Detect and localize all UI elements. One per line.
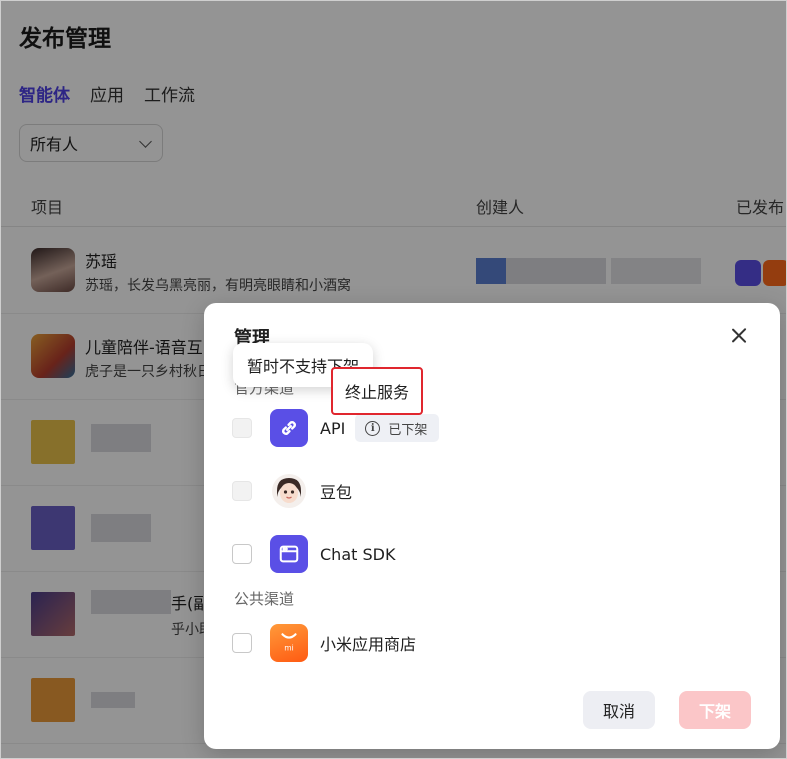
info-icon: i <box>365 420 381 436</box>
status-badge-label: 已下架 <box>388 422 428 438</box>
channel-name: Chat SDK <box>320 544 396 564</box>
status-badge[interactable]: i 已下架 <box>355 414 440 442</box>
tooltip-terminate-service: 终止服务 <box>331 367 424 415</box>
section-public-channels: 公共渠道 <box>234 590 295 608</box>
channel-chat-sdk-checkbox[interactable] <box>232 544 252 564</box>
svg-text:mi: mi <box>284 644 294 653</box>
channel-doubao: 豆包 <box>232 471 352 511</box>
window-icon <box>270 535 308 573</box>
xiaomi-store-icon: mi <box>270 624 308 662</box>
channel-api-checkbox[interactable] <box>232 418 252 438</box>
link-icon <box>270 409 308 447</box>
channel-chat-sdk: Chat SDK <box>232 534 395 574</box>
channel-doubao-checkbox[interactable] <box>232 481 252 501</box>
remove-button[interactable]: 下架 <box>679 691 751 729</box>
close-icon[interactable] <box>728 325 750 347</box>
doubao-avatar-icon <box>270 472 308 510</box>
channel-xiaomi-store: mi 小米应用商店 <box>232 623 416 663</box>
channel-name: 豆包 <box>320 483 353 502</box>
cancel-button[interactable]: 取消 <box>583 691 655 729</box>
app-window: 发布管理 智能体 应用 工作流 所有人 项目 创建人 已发布 苏瑶 苏瑶，长发乌… <box>0 0 787 759</box>
channel-name: API <box>320 418 346 438</box>
channel-xiaomi-store-checkbox[interactable] <box>232 633 252 653</box>
channel-name: 小米应用商店 <box>320 635 417 654</box>
